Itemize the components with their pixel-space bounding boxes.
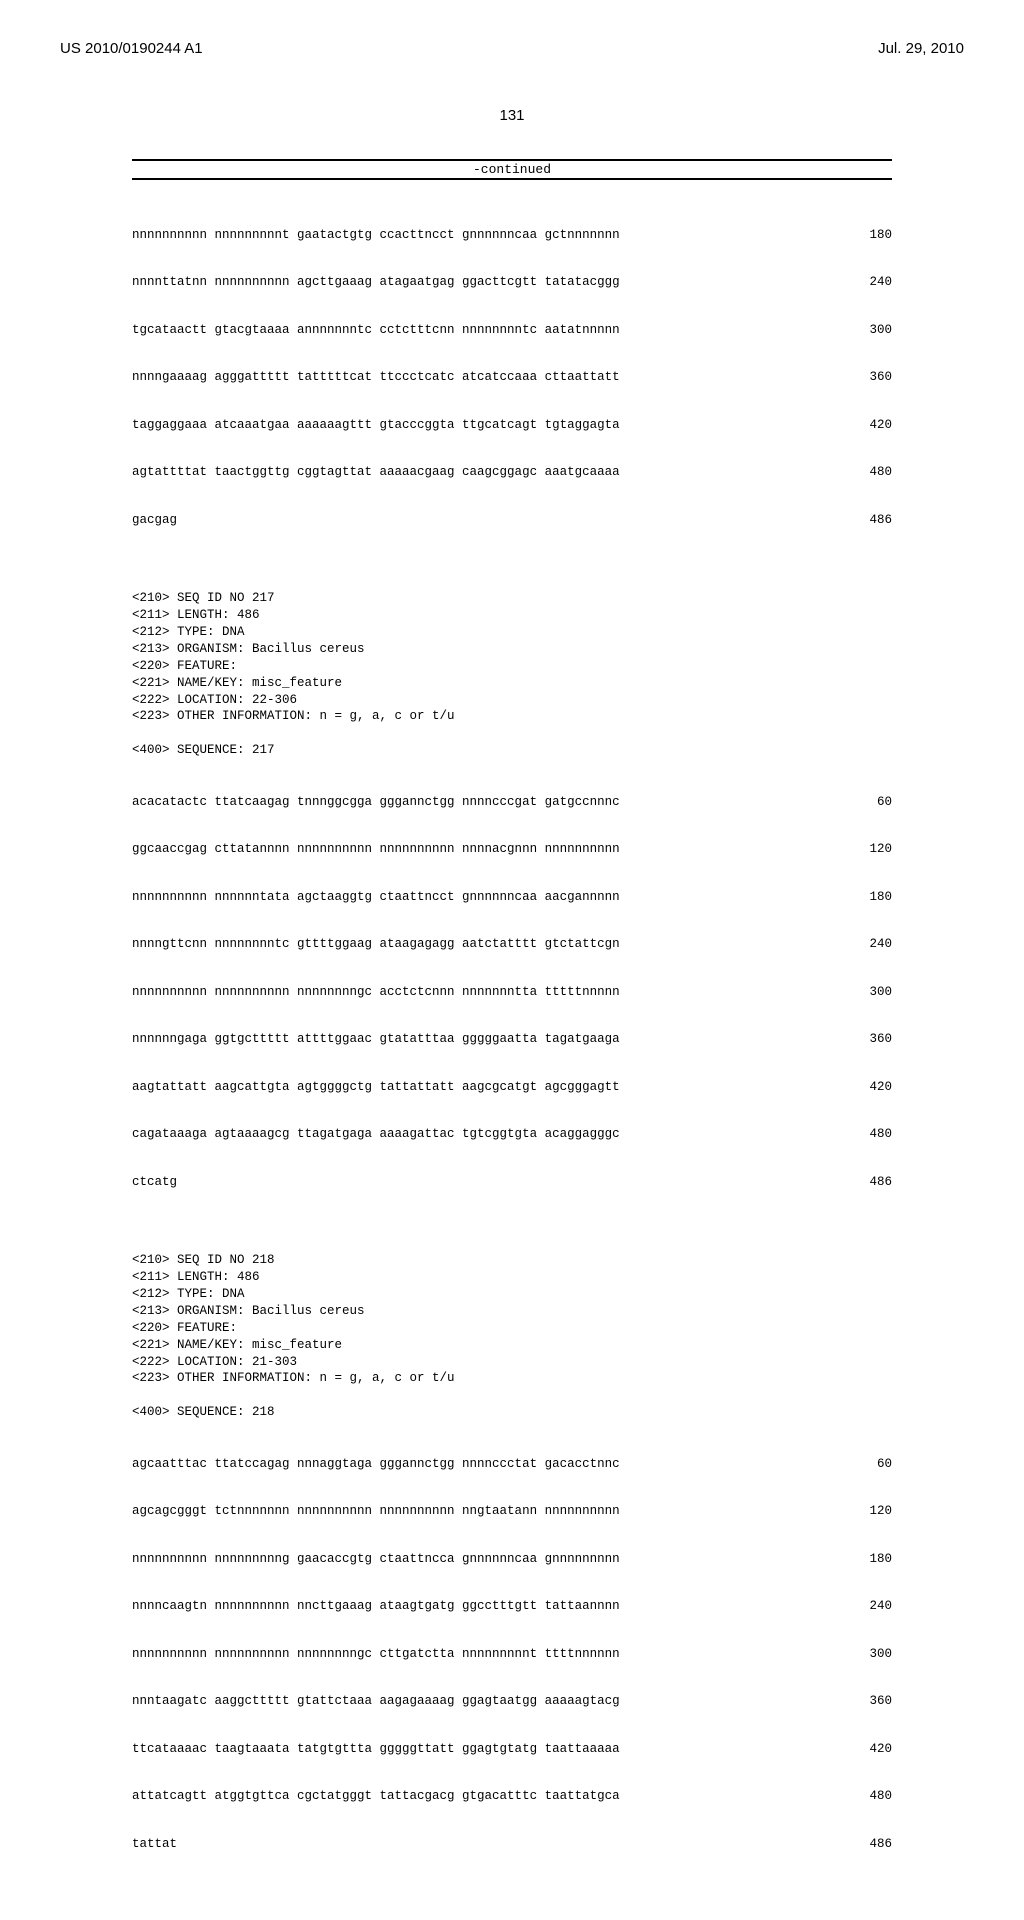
seq-pos: 420 [842, 1076, 892, 1100]
seq-pos: 486 [842, 1171, 892, 1195]
seq-text: nnnnttatnn nnnnnnnnnn agcttgaaag atagaat… [132, 271, 620, 295]
seq-text: ctcatg [132, 1171, 177, 1195]
seq-text: nnnnnnnnnn nnnnnnnnnn nnnnnnnngc acctctc… [132, 981, 620, 1005]
seq-text: aagtattatt aagcattgta agtggggctg tattatt… [132, 1076, 620, 1100]
seq-text: acacatactc ttatcaagag tnnnggcgga gggannc… [132, 791, 620, 815]
seq-text: nnnnnnnnnn nnnnnntata agctaaggtg ctaattn… [132, 886, 620, 910]
seq-text: agcagcgggt tctnnnnnnn nnnnnnnnnn nnnnnnn… [132, 1500, 620, 1524]
seq-pos: 420 [842, 1738, 892, 1762]
publication-date: Jul. 29, 2010 [878, 40, 964, 57]
seq-pos: 120 [842, 1500, 892, 1524]
seq-pos: 480 [842, 1123, 892, 1147]
seq-text: agcaatttac ttatccagag nnnaggtaga gggannc… [132, 1453, 620, 1477]
seq-pos: 240 [842, 933, 892, 957]
seq-text: nnnnnnnnnn nnnnnnnnnn nnnnnnnngc cttgatc… [132, 1643, 620, 1667]
seq-text: nnnnnnnnnn nnnnnnnnng gaacaccgtg ctaattn… [132, 1548, 620, 1572]
seq-text: tattat [132, 1833, 177, 1857]
seq-pos: 300 [842, 981, 892, 1005]
seq-pos: 60 [842, 1453, 892, 1477]
seq-text: nnntaagatc aaggcttttt gtattctaaa aagagaa… [132, 1690, 620, 1714]
seq-text: nnnngaaaag agggattttt tatttttcat ttccctc… [132, 366, 620, 390]
seq-text: ggcaaccgag cttatannnn nnnnnnnnnn nnnnnnn… [132, 838, 620, 862]
seq-text: attatcagtt atggtgttca cgctatgggt tattacg… [132, 1785, 620, 1809]
seq-pos: 180 [842, 224, 892, 248]
seq-text: agtattttat taactggttg cggtagttat aaaaacg… [132, 461, 620, 485]
seq-pos: 480 [842, 461, 892, 485]
seq-pos: 180 [842, 1548, 892, 1572]
seq-pos: 240 [842, 271, 892, 295]
seq-pos: 240 [842, 1595, 892, 1619]
seq-pos: 300 [842, 319, 892, 343]
seq-pos: 486 [842, 1833, 892, 1857]
seq-pos: 486 [842, 509, 892, 533]
seq-text: taggaggaaa atcaaatgaa aaaaaagttt gtacccg… [132, 414, 620, 438]
seq-text: nnnncaagtn nnnnnnnnnn nncttgaaag ataagtg… [132, 1595, 620, 1619]
seq-text: nnnnnnnnnn nnnnnnnnnt gaatactgtg ccacttn… [132, 224, 620, 248]
seq-pos: 120 [842, 838, 892, 862]
seq-text: nnnngttcnn nnnnnnnntc gttttggaag ataagag… [132, 933, 620, 957]
page-number: 131 [60, 107, 964, 124]
sequence-217-header: <210> SEQ ID NO 217 <211> LENGTH: 486 <2… [132, 590, 892, 759]
seq-text: gacgag [132, 509, 177, 533]
seq-text: cagataaaga agtaaaagcg ttagatgaga aaaagat… [132, 1123, 620, 1147]
sequence-218-body: agcaatttac ttatccagag nnnaggtaga gggannc… [132, 1429, 892, 1880]
seq-pos: 420 [842, 414, 892, 438]
seq-pos: 180 [842, 886, 892, 910]
seq-pos: 360 [842, 1690, 892, 1714]
seq-pos: 360 [842, 1028, 892, 1052]
publication-number: US 2010/0190244 A1 [60, 40, 203, 57]
sequence-216-tail: nnnnnnnnnn nnnnnnnnnt gaatactgtg ccacttn… [132, 200, 892, 556]
continued-label: -continued [132, 159, 892, 180]
seq-pos: 60 [842, 791, 892, 815]
seq-pos: 300 [842, 1643, 892, 1667]
seq-pos: 480 [842, 1785, 892, 1809]
seq-text: ttcataaaac taagtaaata tatgtgttta gggggtt… [132, 1738, 620, 1762]
seq-pos: 360 [842, 366, 892, 390]
sequence-218-header: <210> SEQ ID NO 218 <211> LENGTH: 486 <2… [132, 1252, 892, 1421]
sequence-217-body: acacatactc ttatcaagag tnnnggcgga gggannc… [132, 767, 892, 1218]
seq-text: tgcataactt gtacgtaaaa annnnnnntc cctcttt… [132, 319, 620, 343]
seq-text: nnnnnngaga ggtgcttttt attttggaac gtatatt… [132, 1028, 620, 1052]
page-header: US 2010/0190244 A1 Jul. 29, 2010 [60, 40, 964, 57]
